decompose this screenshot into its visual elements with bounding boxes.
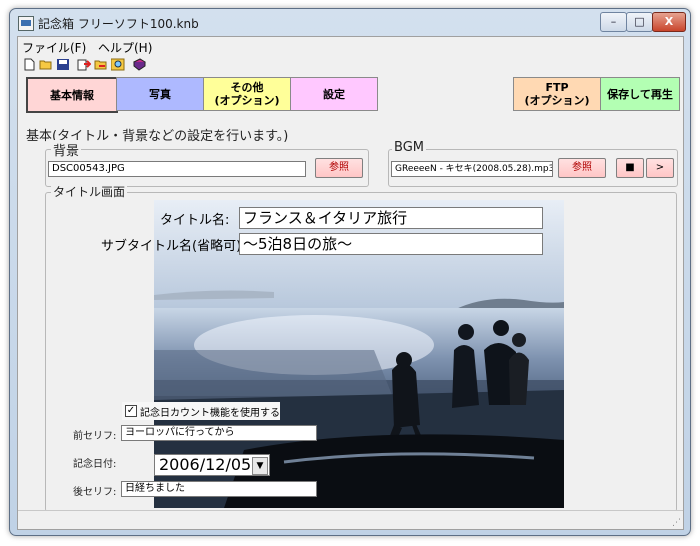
subtitle-name-label: サブタイトル名(省略可): xyxy=(101,239,246,254)
pre-line-field[interactable]: ヨーロッパに行ってから xyxy=(121,425,317,441)
bgm-label: BGM xyxy=(392,140,426,155)
anniversary-checkbox[interactable]: ✓ xyxy=(125,405,137,417)
menu-file[interactable]: ファイル(F) xyxy=(22,39,86,56)
tab-other-options[interactable]: その他 (オプション) xyxy=(203,77,291,111)
date-dropdown-arrow-icon[interactable]: ▼ xyxy=(252,457,268,475)
new-file-icon[interactable] xyxy=(22,58,36,71)
app-icon xyxy=(18,16,34,31)
folder-arrow-icon[interactable] xyxy=(94,58,108,71)
tab-save-and-play[interactable]: 保存して再生 xyxy=(600,77,680,111)
tab-ftp-options[interactable]: FTP (オプション) xyxy=(513,77,601,111)
bgm-browse-button[interactable]: 参照 xyxy=(558,158,606,178)
open-folder-icon[interactable] xyxy=(39,58,53,71)
search-icon[interactable] xyxy=(111,58,125,71)
post-line-field[interactable]: 日経ちました xyxy=(121,481,317,497)
status-bar: ⋰ xyxy=(18,510,683,529)
bgm-file-field[interactable]: GReeeeN - キセキ(2008.05.28).mp3 xyxy=(391,161,553,177)
anniversary-checkbox-label: 記念日カウント機能を使用する xyxy=(140,408,280,419)
maximize-button[interactable]: □ xyxy=(626,12,653,32)
title-bar[interactable]: 記念箱 フリーソフト100.knb – □ X xyxy=(10,9,690,36)
title-screen-label: タイトル画面 xyxy=(51,183,128,200)
bgm-play-button[interactable]: > xyxy=(646,158,674,178)
subtitle-name-field[interactable]: ～5泊8日の旅～ xyxy=(239,233,543,255)
save-disk-icon[interactable] xyxy=(56,58,70,71)
tab-basic-info[interactable]: 基本情報 xyxy=(26,77,118,113)
tab-bar: 基本情報 写真 その他 (オプション) 設定 FTP (オプション) 保存して再… xyxy=(21,77,680,113)
menu-help[interactable]: ヘルプ(H) xyxy=(98,39,152,56)
toolbar xyxy=(18,57,683,75)
background-label: 背景 xyxy=(51,140,82,159)
date-label: 記念日付: xyxy=(73,459,117,470)
client-area: ファイル(F) ヘルプ(H) 基本情報 写真 その他 (オプション) 設定 FT… xyxy=(17,36,684,530)
tab-settings[interactable]: 設定 xyxy=(290,77,378,111)
title-name-label: タイトル名: xyxy=(160,213,230,228)
background-browse-button[interactable]: 参照 xyxy=(315,158,363,178)
export-icon[interactable] xyxy=(77,58,91,71)
bgm-stop-button[interactable]: ■ xyxy=(616,158,644,178)
background-file-field[interactable]: DSC00543.JPG xyxy=(48,161,306,177)
date-field[interactable]: 2006/12/05 ▼ xyxy=(154,454,270,476)
title-name-field[interactable]: フランス＆イタリア旅行 xyxy=(239,207,543,229)
window-title: 記念箱 フリーソフト100.knb xyxy=(38,17,199,31)
tab-photo[interactable]: 写真 xyxy=(116,77,204,111)
resize-grip-icon[interactable]: ⋰ xyxy=(672,518,681,528)
minimize-button[interactable]: – xyxy=(600,12,627,32)
post-line-label: 後セリフ: xyxy=(73,487,117,498)
app-window: 記念箱 フリーソフト100.knb – □ X ファイル(F) ヘルプ(H) 基… xyxy=(9,8,691,536)
book-icon[interactable] xyxy=(132,58,146,71)
anniversary-checkbox-row[interactable]: ✓ 記念日カウント機能を使用する xyxy=(122,402,280,420)
pre-line-label: 前セリフ: xyxy=(73,431,117,442)
menu-bar: ファイル(F) ヘルプ(H) xyxy=(18,37,683,55)
date-value: 2006/12/05 xyxy=(159,455,252,474)
close-button[interactable]: X xyxy=(652,12,686,32)
